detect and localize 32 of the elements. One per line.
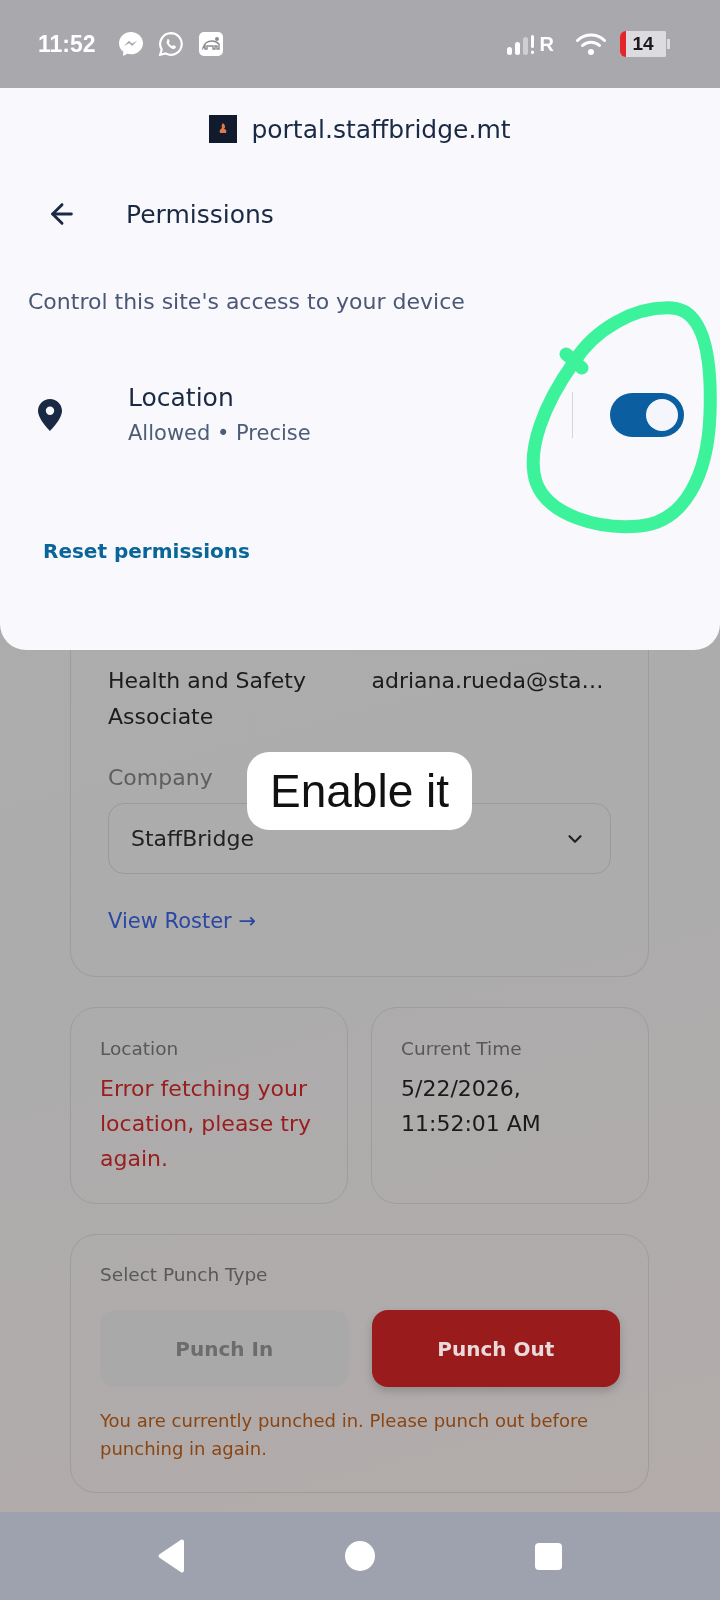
company-label: Company [108,766,213,790]
sheet-title: Permissions [126,199,274,229]
punch-status-message: You are currently punched in. Please punch out before punching in again. [100,1409,590,1461]
signal-icon [505,33,536,55]
sheet-description: Control this site's access to your device [28,289,465,315]
site-favicon [209,115,238,143]
status-time: 11:52 [38,30,96,58]
punch-type-label: Select Punch Type [100,1264,268,1286]
punch-button[interactable]: Punch Out [371,1310,620,1387]
info-label: Current Time [401,1038,522,1060]
permission-toggle[interactable] [610,393,684,437]
info-value: 5/22/2026, 11:52:01 AM [401,1075,542,1138]
wifi-icon [576,32,606,56]
email-value: adriana.rueda@sta… [371,667,605,695]
location-pin-icon [38,399,62,431]
view-roster-link[interactable]: View Roster → [108,908,256,934]
position-value: Health and Safety Associate [108,667,307,731]
permission-status: Allowed • Precise [128,420,311,446]
network-label: R [539,32,554,56]
error-message: Error fetching your location, please try again. [100,1075,313,1173]
app-icon [197,31,224,57]
site-address: portal.staffbridge.mt [251,114,511,144]
chat-bubble-icon [117,31,144,57]
reset-permissions-link[interactable]: Reset permissions [43,539,250,563]
annotation-label: Enable it [247,752,472,830]
info-label: Location [100,1038,179,1060]
recents-icon[interactable] [534,1542,562,1570]
battery-indicator: 14 [620,31,670,57]
permission-name: Location [128,384,235,412]
phone-bubble-icon [157,31,184,57]
home-icon[interactable] [345,1541,375,1571]
back-icon[interactable] [157,1539,187,1573]
